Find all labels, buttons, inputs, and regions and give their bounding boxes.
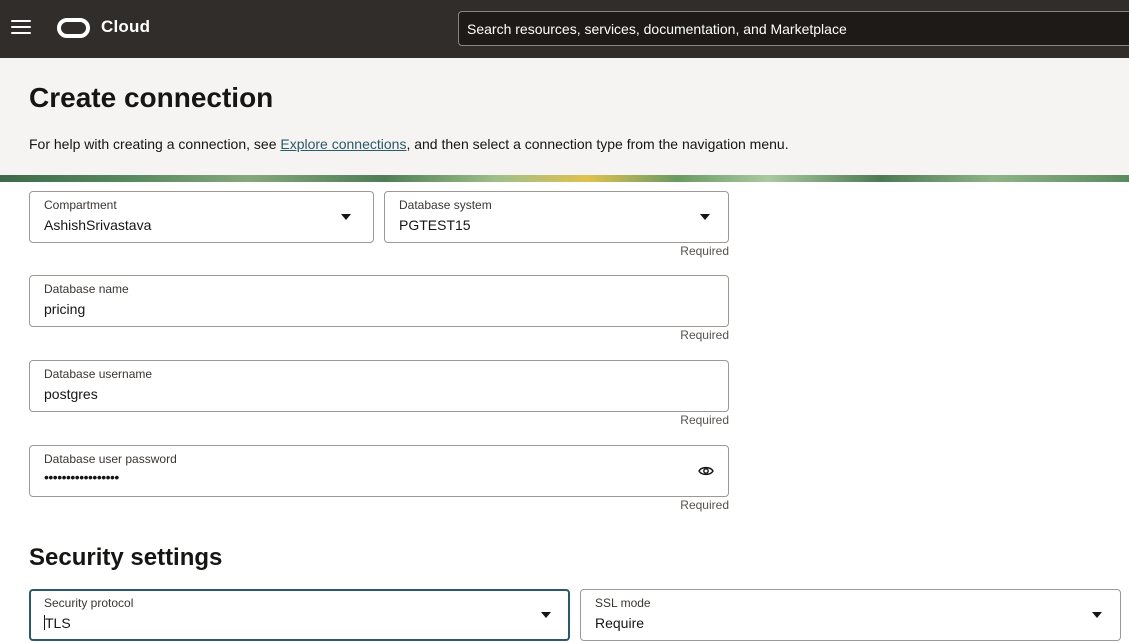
explore-connections-link[interactable]: Explore connections: [280, 136, 406, 152]
help-text: For help with creating a connection, see…: [29, 136, 789, 152]
page-header: Create connection For help with creating…: [0, 58, 1129, 175]
compartment-label: Compartment: [44, 198, 117, 212]
database-name-value: pricing: [44, 301, 86, 317]
chevron-down-icon: [541, 612, 551, 618]
top-navigation-bar: Cloud Search resources, services, docume…: [0, 0, 1129, 58]
search-placeholder: Search resources, services, documentatio…: [467, 20, 847, 37]
database-password-value: •••••••••••••••••: [44, 469, 119, 485]
security-protocol-label: Security protocol: [44, 596, 134, 610]
decorative-banner-strip: [0, 175, 1129, 182]
database-system-required-hint: Required: [680, 244, 729, 258]
security-protocol-select[interactable]: Security protocol TLS: [29, 589, 570, 641]
database-username-label: Database username: [44, 367, 153, 381]
ssl-mode-label: SSL mode: [595, 596, 651, 610]
ssl-mode-value: Require: [595, 615, 645, 631]
database-username-required-hint: Required: [680, 413, 729, 427]
database-username-input[interactable]: Database username postgres: [29, 360, 729, 412]
database-username-value: postgres: [44, 386, 98, 402]
chevron-down-icon: [341, 214, 351, 220]
compartment-select[interactable]: Compartment AshishSrivastava: [29, 191, 374, 243]
database-name-input[interactable]: Database name pricing: [29, 275, 729, 327]
database-name-label: Database name: [44, 282, 129, 296]
security-settings-heading: Security settings: [29, 544, 223, 571]
compartment-value: AshishSrivastava: [44, 217, 152, 233]
chevron-down-icon: [700, 214, 710, 220]
eye-icon[interactable]: [698, 463, 714, 479]
security-protocol-value: TLS: [44, 615, 71, 631]
security-protocol-text: TLS: [45, 615, 71, 631]
chevron-down-icon: [1092, 612, 1102, 618]
search-input[interactable]: Search resources, services, documentatio…: [458, 11, 1129, 46]
database-system-label: Database system: [399, 198, 492, 212]
database-name-required-hint: Required: [680, 328, 729, 342]
database-password-label: Database user password: [44, 452, 177, 466]
ssl-mode-select[interactable]: SSL mode Require: [580, 589, 1121, 641]
hamburger-icon[interactable]: [11, 20, 31, 36]
database-password-input[interactable]: Database user password •••••••••••••••••: [29, 445, 729, 497]
brand-name: Cloud: [101, 17, 151, 36]
database-system-value: PGTEST15: [399, 217, 471, 233]
database-password-required-hint: Required: [680, 498, 729, 512]
database-system-select[interactable]: Database system PGTEST15: [384, 191, 729, 243]
oracle-logo-icon[interactable]: [57, 18, 90, 38]
help-text-suffix: , and then select a connection type from…: [406, 136, 789, 152]
page-title: Create connection: [29, 82, 274, 113]
help-text-prefix: For help with creating a connection, see: [29, 136, 281, 152]
